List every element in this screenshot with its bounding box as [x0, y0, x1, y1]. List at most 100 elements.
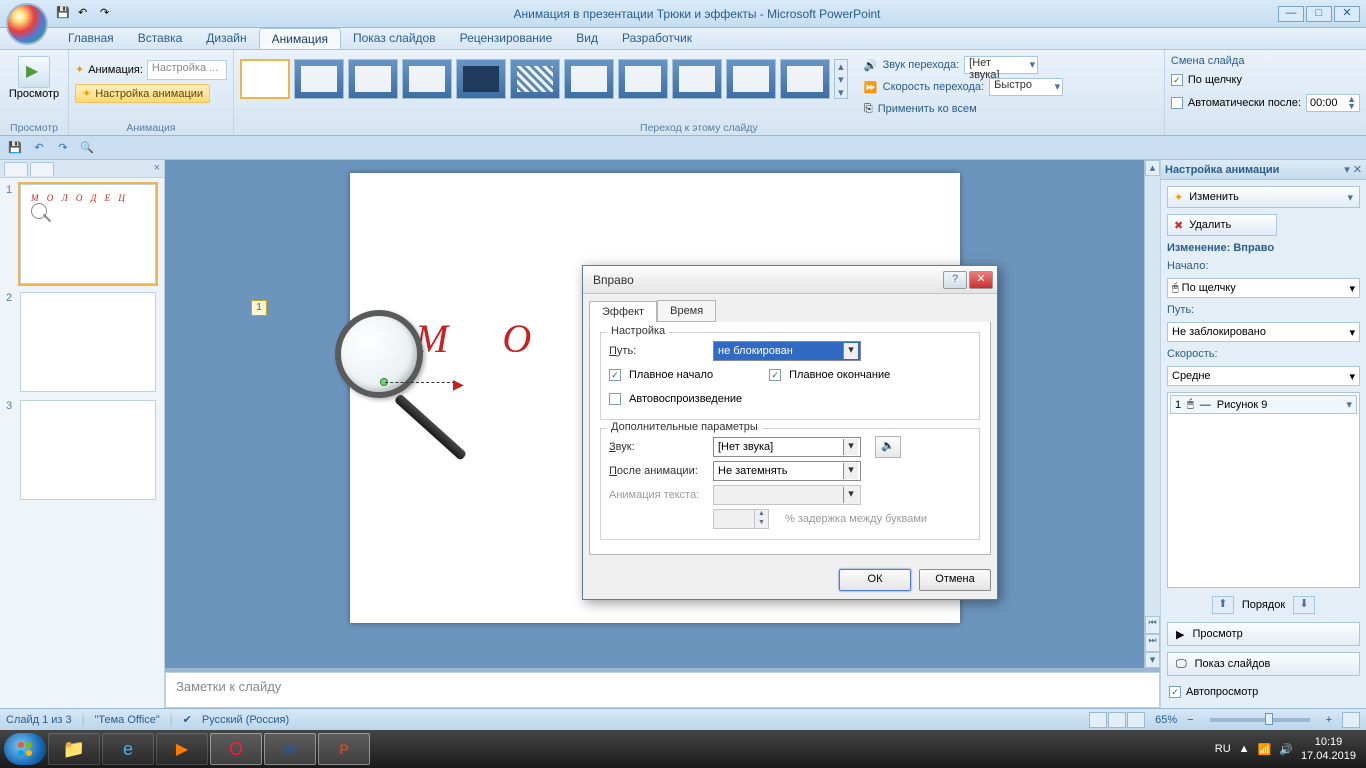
taskpane-menu-icon[interactable]: ▾ ✕: [1344, 163, 1362, 176]
undo-button[interactable]: ↶: [30, 139, 48, 157]
chevron-down-icon[interactable]: ▾: [1346, 398, 1352, 411]
dialog-titlebar[interactable]: Вправо ? ✕: [583, 266, 997, 294]
transition-opt[interactable]: [618, 59, 668, 99]
change-effect-button[interactable]: ✦ Изменить ▾: [1167, 186, 1360, 208]
transition-opt[interactable]: [564, 59, 614, 99]
prev-slide-icon[interactable]: ⏮: [1145, 616, 1160, 634]
animation-dropdown[interactable]: Настройка ...: [147, 60, 227, 80]
move-up-button[interactable]: ⬆: [1212, 596, 1234, 614]
scroll-up-icon[interactable]: ▴: [1145, 160, 1160, 176]
dlg-sound-combo[interactable]: [Нет звука] ▾: [713, 437, 861, 457]
slideshow-button[interactable]: 🖵 Показ слайдов: [1167, 652, 1360, 676]
autoreverse-checkbox[interactable]: [609, 393, 621, 405]
zoom-slider[interactable]: [1210, 718, 1310, 722]
auto-after-checkbox[interactable]: [1171, 97, 1183, 109]
motion-path-end[interactable]: ▶: [453, 376, 464, 393]
smooth-end-checkbox[interactable]: ✓: [769, 369, 781, 381]
save-button[interactable]: 💾: [6, 139, 24, 157]
next-slide-icon[interactable]: ⏭: [1145, 634, 1160, 652]
tray-flag-icon[interactable]: ▲: [1239, 743, 1250, 755]
start-combo[interactable]: 🖱 По щелчку ▾: [1167, 278, 1360, 298]
notes-input[interactable]: Заметки к слайду: [165, 672, 1160, 708]
transition-opt[interactable]: [348, 59, 398, 99]
path-combo[interactable]: Не заблокировано ▾: [1167, 322, 1360, 342]
sorter-view-button[interactable]: [1108, 712, 1126, 728]
tab-design[interactable]: Дизайн: [194, 28, 258, 49]
transition-sound-combo[interactable]: [Нет звука]: [964, 56, 1038, 74]
gallery-more[interactable]: ▴▾▾: [834, 59, 848, 99]
speed-combo[interactable]: Средне ▾: [1167, 366, 1360, 386]
normal-view-button[interactable]: [1089, 712, 1107, 728]
taskbar-media[interactable]: ▶: [156, 733, 208, 765]
minimize-button[interactable]: —: [1278, 6, 1304, 22]
magnifier-object[interactable]: [335, 310, 423, 398]
on-click-checkbox[interactable]: ✓: [1171, 74, 1183, 86]
fit-window-button[interactable]: [1342, 712, 1360, 728]
transition-none[interactable]: [240, 59, 290, 99]
taskbar-ie[interactable]: e: [102, 733, 154, 765]
start-button[interactable]: [4, 733, 46, 765]
office-button[interactable]: [6, 3, 48, 45]
tab-view[interactable]: Вид: [564, 28, 610, 49]
undo-icon[interactable]: ↶: [78, 6, 94, 22]
cancel-button[interactable]: Отмена: [919, 569, 991, 591]
slide-thumbnail-1[interactable]: М О Л О Д Е Ц: [20, 184, 156, 284]
animation-settings-button[interactable]: ✦ Настройка анимации: [75, 84, 210, 103]
language-indicator[interactable]: Русский (Россия): [202, 714, 289, 726]
taskbar-explorer[interactable]: 📁: [48, 733, 100, 765]
apply-all-button[interactable]: Применить ко всем: [878, 103, 977, 115]
transition-speed-combo[interactable]: Быстро: [989, 78, 1063, 96]
vertical-scrollbar[interactable]: ▴ ⏮⏭ ▾: [1144, 160, 1160, 668]
chevron-down-icon[interactable]: ▾: [843, 463, 858, 479]
transition-opt[interactable]: [672, 59, 722, 99]
chevron-down-icon[interactable]: ▾: [843, 439, 858, 455]
auto-after-spinner[interactable]: 00:00 ▲▼: [1306, 94, 1360, 112]
tray-volume-icon[interactable]: 🔊: [1279, 743, 1293, 756]
dialog-tab-time[interactable]: Время: [657, 300, 716, 322]
zoom-out-button[interactable]: −: [1187, 714, 1193, 726]
dlg-after-combo[interactable]: Не затемнять ▾: [713, 461, 861, 481]
anim-order-tag[interactable]: 1: [251, 300, 267, 316]
taskbar-opera[interactable]: O: [210, 733, 262, 765]
sound-preview-button[interactable]: 🔈: [875, 436, 901, 458]
redo-button[interactable]: ↷: [54, 139, 72, 157]
spellcheck-icon[interactable]: ✔: [183, 713, 192, 726]
redo-icon[interactable]: ↷: [100, 6, 116, 22]
chevron-down-icon[interactable]: ▾: [843, 343, 858, 359]
zoom-value[interactable]: 65%: [1155, 714, 1177, 726]
tab-slideshow[interactable]: Показ слайдов: [341, 28, 448, 49]
tray-clock[interactable]: 10:19 17.04.2019: [1301, 735, 1356, 763]
slides-tab[interactable]: [4, 162, 28, 176]
tab-review[interactable]: Рецензирование: [448, 28, 565, 49]
taskbar-powerpoint[interactable]: P: [318, 733, 370, 765]
ok-button[interactable]: ОК: [839, 569, 911, 591]
autoplay-checkbox[interactable]: ✓: [1169, 686, 1181, 698]
transition-opt[interactable]: [294, 59, 344, 99]
zoom-in-button[interactable]: +: [1326, 714, 1332, 726]
pane-close-icon[interactable]: ×: [154, 162, 160, 174]
scroll-down-icon[interactable]: ▾: [1145, 652, 1160, 668]
tab-home[interactable]: Главная: [56, 28, 126, 49]
transition-opt[interactable]: [402, 59, 452, 99]
animation-list-item[interactable]: 1 🖱 — Рисунок 9 ▾: [1170, 395, 1357, 414]
dialog-help-button[interactable]: ?: [943, 271, 967, 289]
close-button[interactable]: ✕: [1334, 6, 1360, 22]
outline-tab[interactable]: [30, 162, 54, 176]
remove-effect-button[interactable]: ✖ Удалить: [1167, 214, 1277, 236]
transition-opt[interactable]: [726, 59, 776, 99]
maximize-button[interactable]: □: [1306, 6, 1332, 22]
slideshow-view-button[interactable]: [1127, 712, 1145, 728]
print-preview-icon[interactable]: 🔍: [78, 139, 96, 157]
dlg-path-combo[interactable]: не блокирован ▾: [713, 341, 861, 361]
tab-insert[interactable]: Вставка: [126, 28, 195, 49]
tab-developer[interactable]: Разработчик: [610, 28, 704, 49]
play-button[interactable]: ▶ Просмотр: [1167, 622, 1360, 646]
smooth-start-checkbox[interactable]: ✓: [609, 369, 621, 381]
taskbar-word[interactable]: W: [264, 733, 316, 765]
transition-opt[interactable]: [456, 59, 506, 99]
tab-animation[interactable]: Анимация: [259, 28, 341, 49]
move-down-button[interactable]: ⬇: [1293, 596, 1315, 614]
slide-thumbnail-2[interactable]: [20, 292, 156, 392]
tray-network-icon[interactable]: 📶: [1258, 743, 1272, 756]
dialog-close-button[interactable]: ✕: [969, 271, 993, 289]
